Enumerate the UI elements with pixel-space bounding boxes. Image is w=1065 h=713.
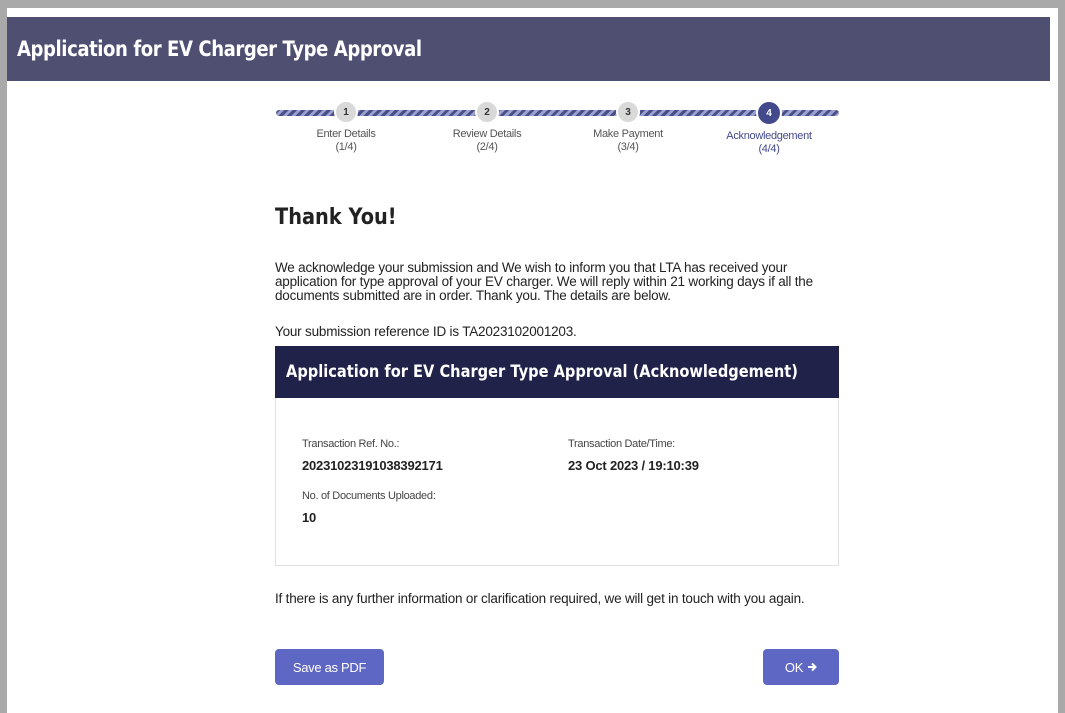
step-number: 1 [334, 100, 358, 124]
field-value: 20231023191038392171 [302, 458, 443, 473]
field-label: No. of Documents Uploaded: [302, 490, 436, 502]
card-title: Application for EV Charger Type Approval… [286, 362, 798, 382]
page-header: Application for EV Charger Type Approval [7, 17, 1050, 81]
footer-note: If there is any further information or c… [275, 591, 805, 606]
field-label: Transaction Ref. No.: [302, 438, 400, 450]
field-value: 23 Oct 2023 / 19:10:39 [568, 458, 699, 473]
field-value: 10 [302, 510, 317, 525]
documents-uploaded-field: No. of Documents Uploaded: 10 [302, 490, 436, 525]
acknowledgement-card-header[interactable]: Application for EV Charger Type Approval… [275, 346, 839, 398]
step-make-payment: 3 Make Payment (3/4) [568, 100, 688, 154]
step-label: Acknowledgement (4/4) [726, 130, 812, 155]
step-acknowledgement: 4 Acknowledgement (4/4) [709, 100, 829, 156]
step-label: Make Payment (3/4) [593, 128, 663, 153]
progress-stepper: 1 Enter Details (1/4) 2 Review Details (… [276, 100, 839, 170]
save-as-pdf-button[interactable]: Save as PDF [275, 649, 384, 685]
acknowledgement-card-body: Transaction Ref. No.: 202310231910383921… [275, 398, 839, 566]
button-label: Save as PDF [292, 659, 367, 675]
step-number: 2 [475, 100, 499, 124]
ok-button[interactable]: OK [763, 649, 839, 685]
transaction-ref-field: Transaction Ref. No.: 202310231910383921… [302, 438, 443, 473]
page-title: Application for EV Charger Type Approval [17, 37, 422, 61]
arrow-right-icon [808, 662, 818, 672]
step-label: Enter Details (1/4) [316, 128, 376, 153]
thank-you-heading: Thank You! [275, 205, 397, 230]
step-label: Review Details (2/4) [452, 128, 522, 153]
step-review-details: 2 Review Details (2/4) [427, 100, 547, 154]
step-number: 4 [756, 100, 782, 126]
button-label: OK [784, 659, 804, 675]
transaction-date-field: Transaction Date/Time: 23 Oct 2023 / 19:… [568, 438, 699, 473]
step-number: 3 [616, 100, 640, 124]
submission-reference: Your submission reference ID is TA202310… [275, 324, 577, 339]
acknowledgement-message: We acknowledge your submission and We wi… [275, 260, 813, 303]
field-label: Transaction Date/Time: [568, 438, 675, 450]
step-enter-details: 1 Enter Details (1/4) [286, 100, 406, 154]
